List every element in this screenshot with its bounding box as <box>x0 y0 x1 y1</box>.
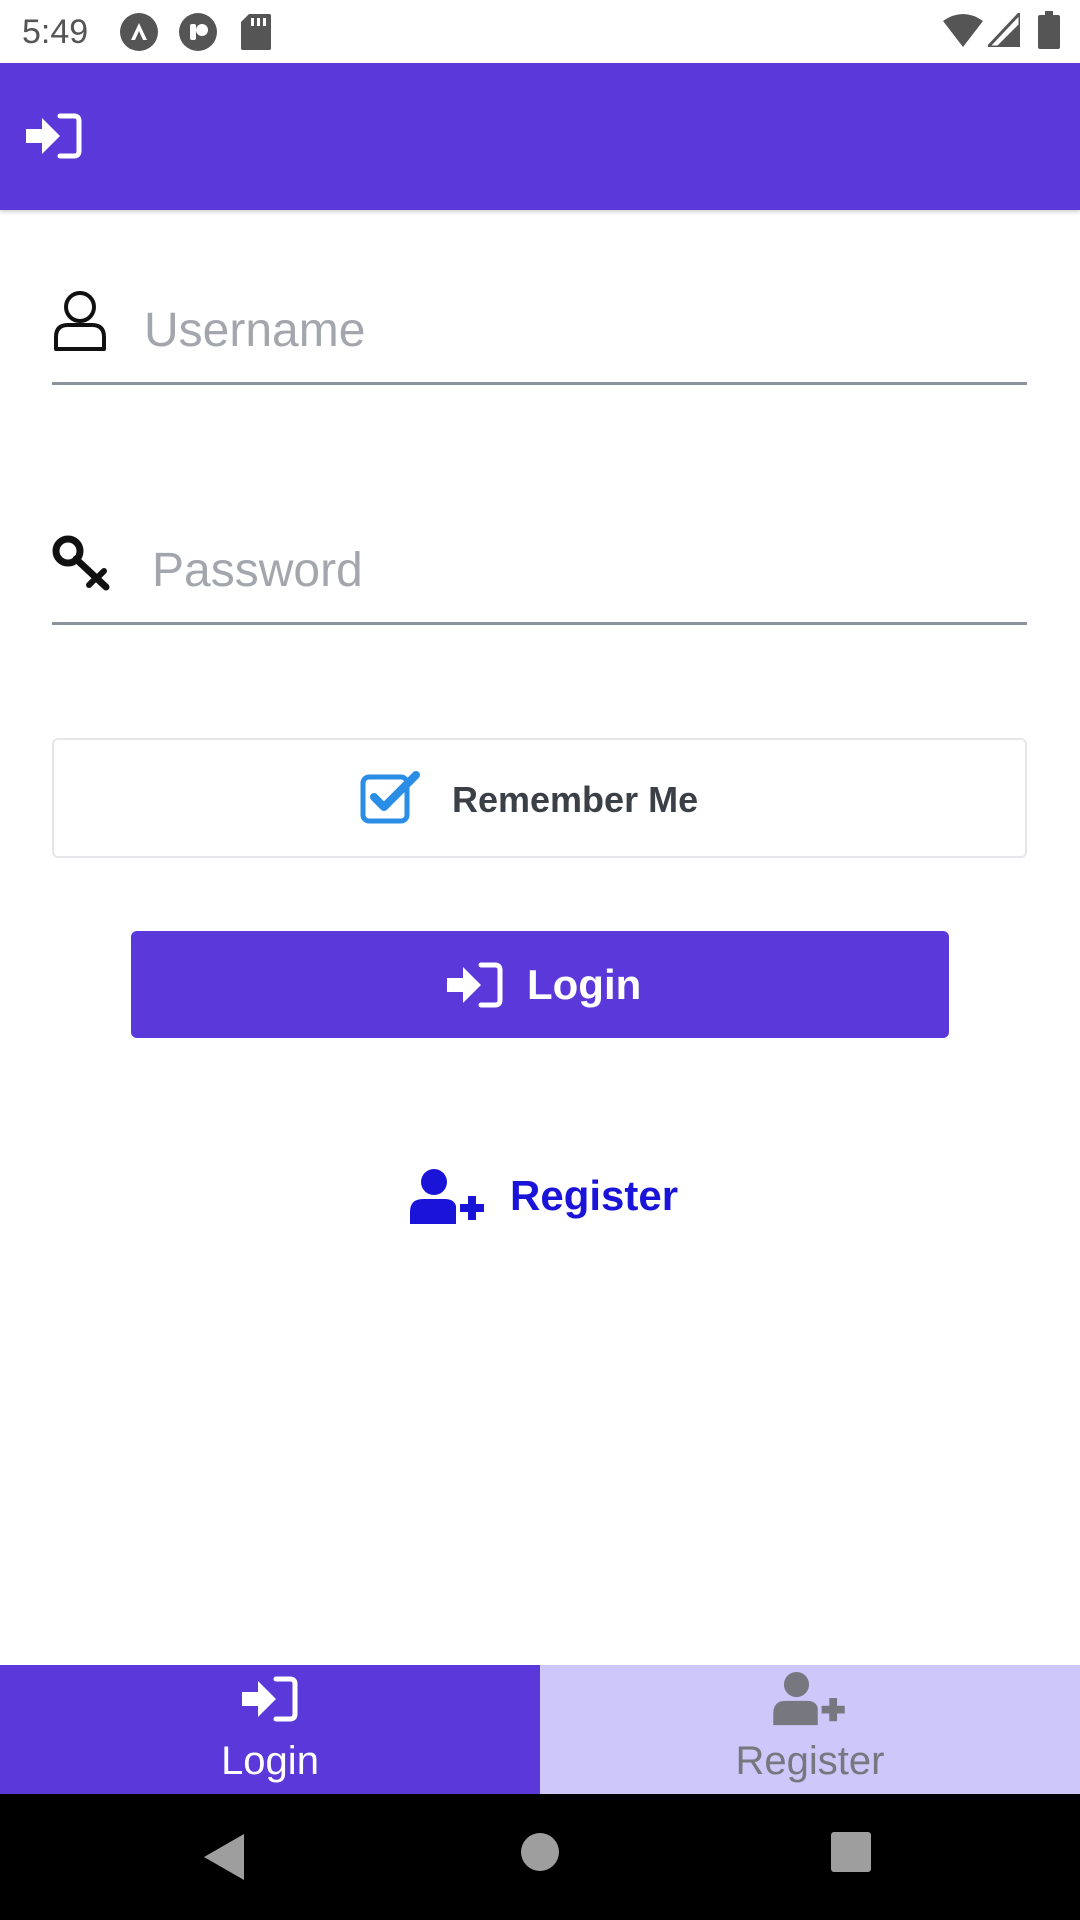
login-icon <box>26 113 82 159</box>
password-input[interactable] <box>152 535 1014 605</box>
home-icon[interactable] <box>520 1832 560 1872</box>
user-plus-icon <box>773 1671 845 1726</box>
register-link-label: Register <box>510 1172 679 1219</box>
app-bar <box>0 63 1080 210</box>
login-button-label: Login <box>527 961 642 1008</box>
a11y-icon <box>120 13 158 51</box>
battery-icon <box>1038 11 1060 49</box>
sd-card-icon <box>241 14 271 50</box>
tab-register[interactable]: Register <box>540 1665 1080 1794</box>
login-screen: 5:49 Username Remember Me Login Register… <box>0 0 1080 1920</box>
remember-me-toggle[interactable]: Remember Me <box>52 738 1027 858</box>
record-icon <box>179 13 217 51</box>
key-icon <box>52 535 110 591</box>
tab-register-label: Register <box>735 1739 885 1783</box>
register-link[interactable]: Register <box>410 1160 680 1230</box>
password-field <box>52 515 1027 625</box>
login-button[interactable]: Login <box>131 931 949 1038</box>
username-field <box>52 275 1027 385</box>
login-icon <box>447 962 503 1008</box>
signal-icon <box>988 13 1020 47</box>
status-time: 5:49 <box>22 13 89 51</box>
back-icon[interactable] <box>204 1834 244 1880</box>
bottom-tab-bar: Login Register <box>0 1665 1080 1794</box>
tab-login-label: Login <box>221 1739 319 1783</box>
login-icon <box>242 1676 298 1722</box>
wifi-icon <box>943 14 983 47</box>
checkbox-checked-icon[interactable] <box>360 771 422 825</box>
tab-login[interactable]: Login <box>0 1665 540 1794</box>
status-bar: 5:49 <box>0 0 1080 63</box>
recents-icon[interactable] <box>831 1832 871 1872</box>
user-icon <box>54 291 106 351</box>
user-plus-icon <box>410 1169 484 1224</box>
system-nav-bar <box>0 1794 1080 1920</box>
username-input[interactable] <box>144 295 1014 365</box>
remember-me-label: Remember Me <box>452 779 699 820</box>
